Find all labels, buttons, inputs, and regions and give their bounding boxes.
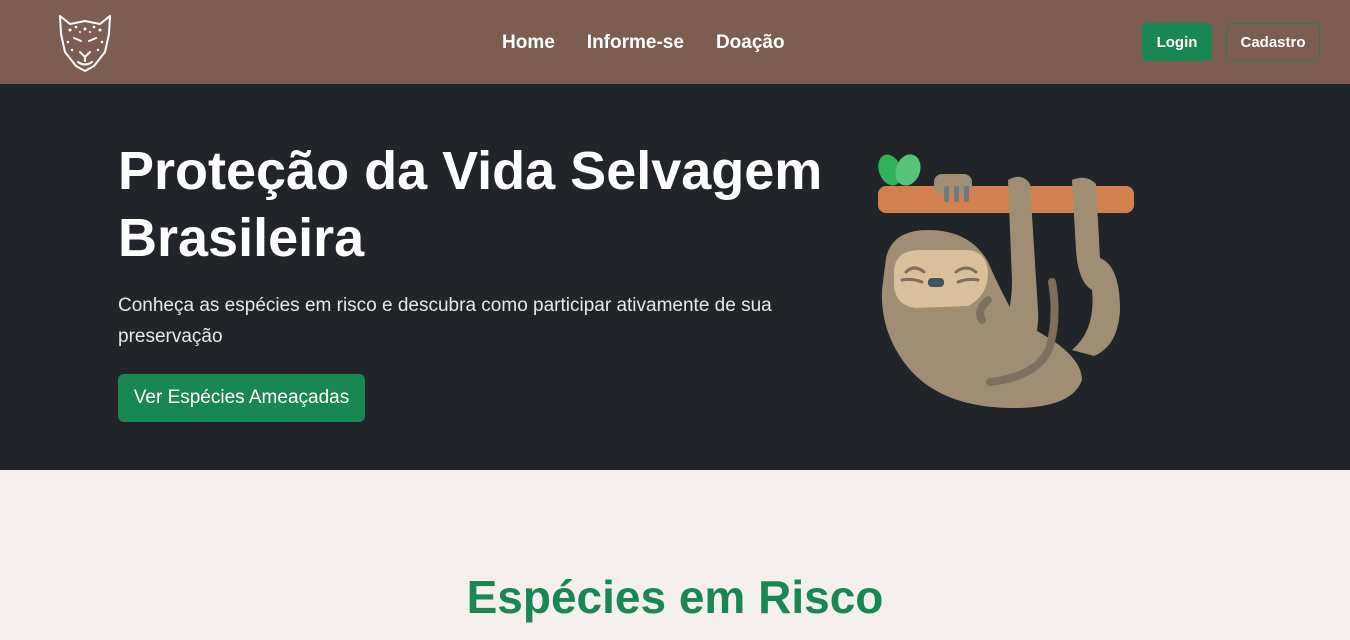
signup-button[interactable]: Cadastro (1226, 23, 1320, 61)
species-section-title: Espécies em Risco (466, 571, 884, 623)
hero-section: Proteção da Vida Selvagem Brasileira Con… (0, 84, 1350, 470)
sloth-illustration-icon (878, 154, 1134, 408)
view-endangered-species-button[interactable]: Ver Espécies Ameaçadas (118, 374, 365, 422)
nav-link-informe-se[interactable]: Informe-se (587, 31, 684, 55)
hero-subtitle: Conheça as espécies em risco e descubra … (118, 295, 772, 347)
navbar: Home Informe-se Doação Login Cadastro (0, 0, 1350, 84)
nav-link-doacao[interactable]: Doação (716, 31, 785, 55)
jaguar-logo-icon[interactable] (54, 10, 116, 74)
hero-title: Proteção da Vida Selvagem Brasileira (118, 141, 823, 268)
nav-link-home[interactable]: Home (502, 31, 555, 55)
main-nav: Home Informe-se Doação (502, 31, 785, 55)
login-button[interactable]: Login (1142, 23, 1212, 61)
